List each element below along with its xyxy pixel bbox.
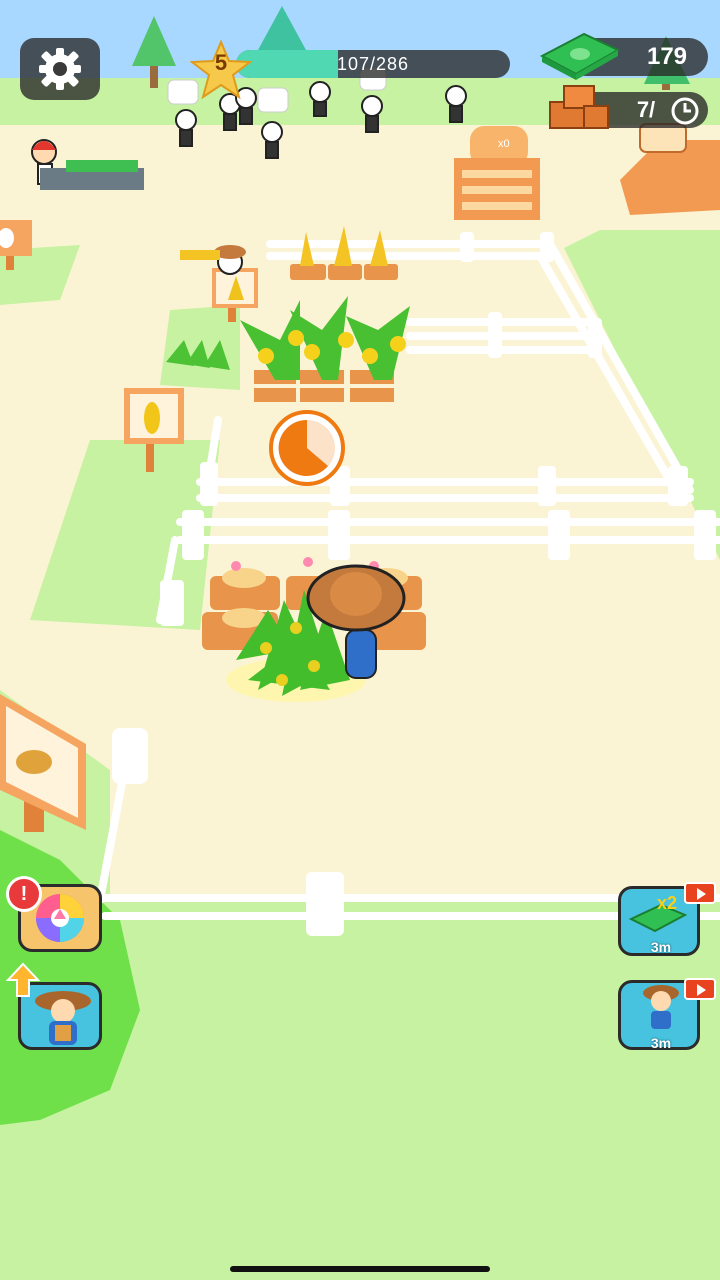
home-indicator[interactable] bbox=[230, 1266, 490, 1272]
speed-worker-timer: 3m bbox=[650, 1035, 672, 1051]
cash-counter: 179 bbox=[539, 32, 708, 80]
video-ad-icon bbox=[684, 978, 716, 1000]
cash-amount: 179 bbox=[646, 43, 688, 70]
xp-text: 107/286 bbox=[336, 53, 410, 74]
svg-text:x2: x2 bbox=[657, 893, 677, 913]
stall-count: x0 bbox=[498, 138, 510, 150]
double-cash-timer: 3m bbox=[650, 939, 672, 955]
cash-icon bbox=[539, 32, 621, 80]
refresh-icon bbox=[671, 97, 699, 125]
upgrade-arrow-icon bbox=[6, 962, 40, 997]
level-number: 5 bbox=[214, 50, 228, 75]
storage-counter: 7/ bbox=[549, 85, 708, 129]
video-ad-icon bbox=[684, 882, 716, 904]
level-progress: 107/286 5 bbox=[190, 40, 512, 100]
storage-amount: 7/ bbox=[636, 97, 656, 122]
growth-timer-icon bbox=[269, 410, 345, 486]
xp-bar: 107/286 bbox=[236, 50, 510, 78]
crate-icon bbox=[549, 85, 609, 129]
settings-button[interactable] bbox=[20, 38, 100, 100]
alert-badge-icon: ! bbox=[6, 876, 42, 912]
game-world bbox=[0, 0, 720, 1280]
gear-icon bbox=[39, 48, 81, 90]
